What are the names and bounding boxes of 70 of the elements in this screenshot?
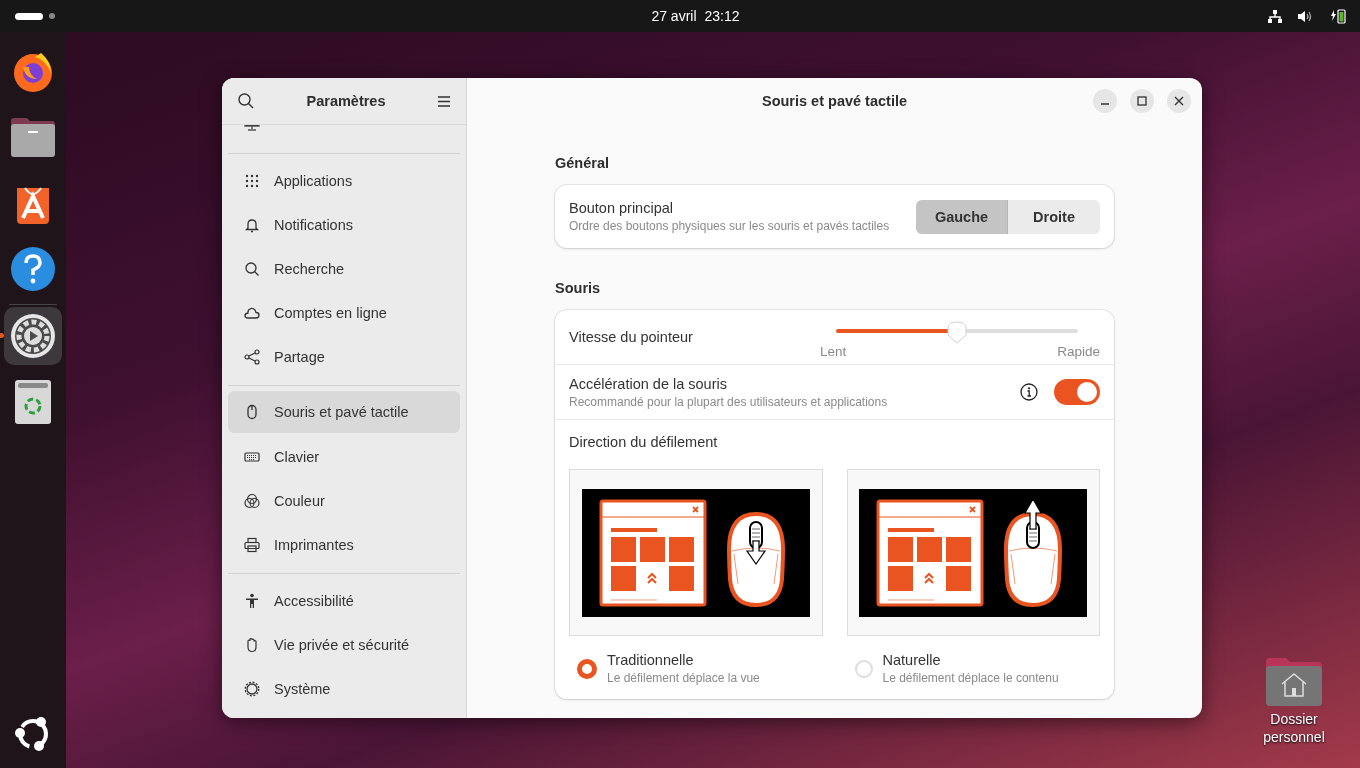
- sidebar-item[interactable]: Vie privée et sécurité: [228, 623, 460, 667]
- time-text: 23:12: [704, 8, 740, 24]
- grid-icon: [244, 173, 260, 189]
- slider-track[interactable]: [836, 329, 1078, 333]
- row-title: Bouton principal: [569, 200, 674, 216]
- slider-min-label: Lent: [820, 344, 847, 359]
- sidebar-item[interactable]: Souris et pavé tactile: [228, 391, 460, 433]
- illustration-frame[interactable]: [846, 469, 1100, 636]
- person-icon: [244, 593, 260, 609]
- gear-icon: [244, 681, 260, 697]
- volume-icon[interactable]: [1298, 9, 1314, 23]
- option-description: Le défilement déplace le contenu: [882, 671, 1060, 685]
- illustration-frame[interactable]: [569, 469, 823, 636]
- info-icon[interactable]: [1020, 383, 1038, 401]
- mouse-icon: [244, 404, 260, 420]
- row-subtitle: Ordre des boutons physiques sur les souris et pavés tactiles: [569, 219, 891, 233]
- sidebar-item[interactable]: Accessibilité: [228, 579, 460, 623]
- cloud-icon: [244, 305, 260, 321]
- sidebar-item[interactable]: Système: [228, 667, 460, 711]
- row-title: Vitesse du pointeur: [569, 329, 693, 345]
- window-title: Souris et pavé tactile: [761, 93, 908, 109]
- maximize-icon: [1137, 96, 1147, 106]
- share-icon: [244, 349, 260, 365]
- search-icon: [244, 261, 260, 277]
- option-label: Traditionnelle: [607, 652, 695, 668]
- hand-icon: [244, 637, 260, 653]
- close-button[interactable]: [1167, 89, 1191, 113]
- help-icon: [11, 247, 55, 291]
- printer-icon: [244, 537, 260, 553]
- network-icon[interactable]: [1268, 9, 1282, 23]
- slider-thumb[interactable]: [946, 320, 968, 344]
- sidebar-item[interactable]: Notifications: [228, 203, 460, 247]
- trash-icon: [15, 380, 51, 424]
- bell-icon: [244, 217, 260, 233]
- row-subtitle: Recommandé pour la plupart des utilisateurs et applications: [569, 394, 889, 409]
- close-icon: [1174, 96, 1184, 106]
- folder-icon: [11, 117, 55, 157]
- workspace-dot[interactable]: [49, 13, 55, 19]
- sidebar-item[interactable]: Clavier: [228, 435, 460, 479]
- option-label: Naturelle: [882, 652, 942, 668]
- sidebar-item[interactable]: Imprimantes: [228, 523, 460, 567]
- sidebar-item[interactable]: Couleur: [228, 479, 460, 523]
- minimize-button[interactable]: [1093, 89, 1117, 113]
- radio-button[interactable]: [577, 658, 597, 679]
- sidebar-title: Paramètres: [306, 93, 386, 109]
- segment-button[interactable]: Gauche: [916, 199, 1008, 234]
- sidebar-item[interactable]: Partage: [228, 335, 460, 379]
- settings-icon: [10, 313, 56, 359]
- section-heading: Général: [555, 155, 610, 171]
- workspace-indicator[interactable]: [15, 12, 43, 20]
- sidebar-item[interactable]: Comptes en ligne: [228, 291, 460, 335]
- keyboard-icon: [244, 449, 260, 465]
- maximize-button[interactable]: [1130, 89, 1154, 113]
- minimize-icon: [1101, 103, 1109, 105]
- toggle-switch[interactable]: [1054, 379, 1100, 405]
- sidebar-item[interactable]: Applications: [228, 159, 460, 203]
- section-heading: Souris: [555, 280, 602, 296]
- search-icon[interactable]: [238, 93, 254, 109]
- row-title: Accélération de la souris: [569, 375, 728, 392]
- battery-icon[interactable]: [1330, 8, 1346, 24]
- home-folder-label[interactable]: Dossier personnel: [1254, 710, 1334, 746]
- option-description: Le défilement déplace la vue: [607, 671, 761, 685]
- row-title: Direction du défilement: [569, 434, 719, 450]
- monitor-icon: [244, 125, 260, 131]
- home-folder-icon[interactable]: [1266, 658, 1322, 706]
- sidebar-item[interactable]: Recherche: [228, 247, 460, 291]
- slider-max-label: Rapide: [1057, 344, 1100, 359]
- menu-icon[interactable]: [438, 95, 450, 107]
- color-icon: [244, 493, 260, 509]
- date-text: 27 avril: [651, 8, 697, 24]
